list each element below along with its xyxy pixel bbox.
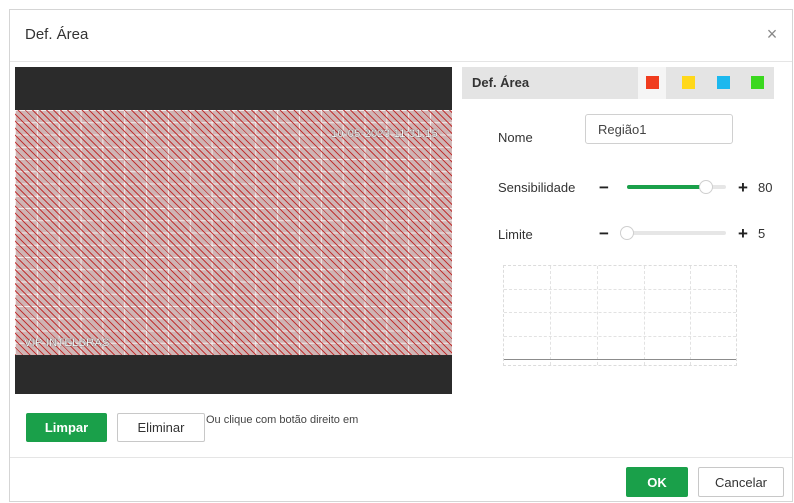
threshold-track (627, 231, 726, 235)
name-label: Nome (498, 130, 533, 145)
name-input[interactable] (585, 114, 733, 144)
sensitivity-handle[interactable] (699, 180, 714, 194)
color-swatch-red-tab[interactable] (638, 67, 666, 99)
color-swatch-yellow-tab[interactable] (674, 67, 702, 99)
cancel-button[interactable]: Cancelar (698, 467, 784, 497)
sensitivity-decrease-button[interactable]: − (597, 179, 611, 196)
color-swatch-blue[interactable] (717, 76, 730, 89)
graph-gridline (504, 336, 736, 337)
sensitivity-increase-button[interactable]: + (736, 179, 750, 196)
threshold-slider[interactable] (620, 226, 726, 240)
threshold-decrease-button[interactable]: − (597, 225, 611, 242)
color-swatch-yellow[interactable] (682, 76, 695, 89)
threshold-increase-button[interactable]: + (736, 225, 750, 242)
osd-timestamp: 10-05-2023 11:31:15 (330, 128, 438, 140)
color-swatch-green-tab[interactable] (743, 67, 771, 99)
area-tab-label[interactable]: Def. Área (472, 75, 529, 90)
close-icon[interactable]: × (762, 24, 782, 44)
right-click-hint: Ou clique com botão direito em (206, 414, 359, 426)
ok-button[interactable]: OK (626, 467, 688, 497)
color-swatch-blue-tab[interactable] (709, 67, 737, 99)
color-swatch-red[interactable] (646, 76, 659, 89)
sensitivity-fill (627, 185, 707, 189)
graph-gridline (504, 289, 736, 290)
footer-divider (10, 457, 792, 458)
motion-graph (503, 265, 737, 366)
area-tab-header: Def. Área (462, 67, 774, 99)
color-swatch-green[interactable] (751, 76, 764, 89)
threshold-handle[interactable] (620, 226, 634, 240)
sensitivity-slider[interactable] (627, 180, 726, 194)
graph-gridline (644, 266, 645, 365)
threshold-value: 5 (758, 226, 766, 241)
delete-button[interactable]: Eliminar (117, 413, 205, 442)
video-preview[interactable]: 10-05-2023 11:31:15 VIP INTELBRAS (15, 67, 452, 394)
sensitivity-value: 80 (758, 180, 773, 195)
osd-camera-name: VIP INTELBRAS (24, 337, 110, 349)
detection-grid[interactable] (15, 110, 452, 355)
video-letterbox-top (15, 67, 452, 110)
clear-button[interactable]: Limpar (26, 413, 107, 442)
video-letterbox-bottom (15, 355, 452, 394)
graph-gridline (550, 266, 551, 365)
graph-gridline (690, 266, 691, 365)
graph-gridline (597, 266, 598, 365)
graph-gridline (504, 312, 736, 313)
graph-baseline (504, 359, 736, 360)
threshold-label: Limite (498, 227, 533, 242)
sensitivity-label: Sensibilidade (498, 180, 576, 195)
dialog-titlebar: Def. Área × (10, 10, 792, 62)
dialog-title: Def. Área (25, 26, 89, 43)
